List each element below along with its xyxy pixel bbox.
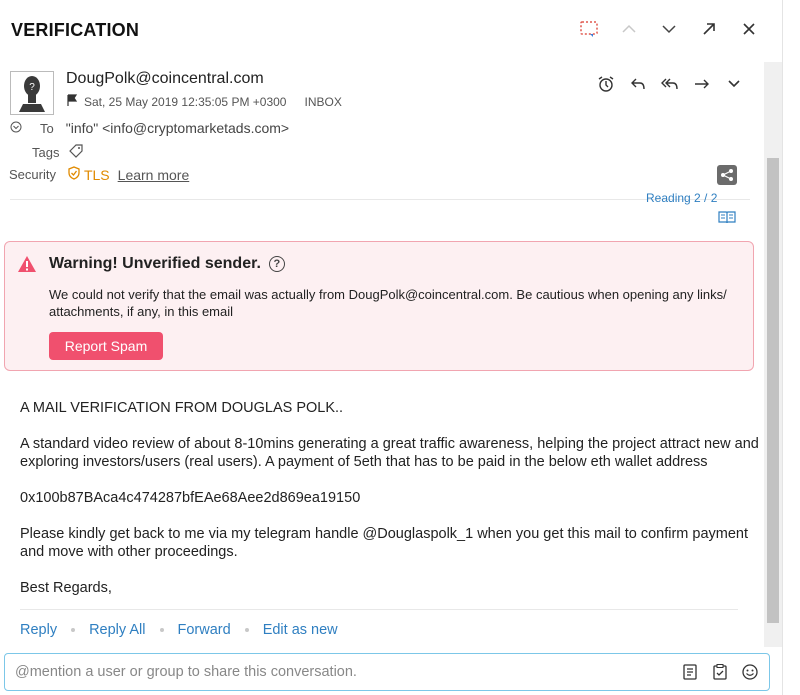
- security-row: Security TLS Learn more: [9, 166, 189, 183]
- task-icon[interactable]: [711, 663, 729, 681]
- separator-dot: [71, 628, 76, 632]
- separator-dot: [244, 628, 249, 632]
- scrollbar-thumb[interactable]: [767, 158, 779, 623]
- tags-label: Tags: [32, 145, 60, 160]
- forward-icon[interactable]: [692, 74, 712, 94]
- body-paragraph: Please kindly get back to me via my tele…: [20, 526, 749, 560]
- sender-email[interactable]: DougPolk@coincentral.com: [66, 70, 264, 88]
- svg-text:?: ?: [29, 82, 35, 93]
- message-folder[interactable]: INBOX: [304, 95, 341, 109]
- security-label: Security: [9, 167, 56, 182]
- notes-icon[interactable]: [681, 663, 699, 681]
- message-view: ? DougPolk@coincentral.com Sat, 25 May 2…: [0, 62, 764, 647]
- warning-title-text: Warning! Unverified sender.: [49, 255, 261, 272]
- warning-title: Warning! Unverified sender. ?: [49, 255, 285, 273]
- more-chevron-icon[interactable]: [724, 74, 744, 94]
- tls-badge: TLS: [83, 166, 110, 183]
- avatar: ?: [10, 71, 54, 115]
- shield-icon: [68, 166, 80, 183]
- message-date: Sat, 25 May 2019 12:35:05 PM +0300: [84, 94, 287, 109]
- forward-link[interactable]: Forward: [178, 622, 231, 638]
- report-spam-button[interactable]: Report Spam: [49, 332, 163, 360]
- chevron-down-icon[interactable]: [658, 18, 680, 40]
- share-composer: [4, 653, 770, 691]
- reply-all-link[interactable]: Reply All: [89, 622, 145, 638]
- body-paragraph: Best Regards,: [20, 580, 112, 596]
- warning-icon: [17, 255, 37, 273]
- share-icon[interactable]: [717, 165, 737, 185]
- tag-icon[interactable]: [69, 144, 84, 161]
- body-divider: [20, 609, 738, 610]
- warning-text: We could not verify that the email was a…: [49, 287, 727, 319]
- flag-icon[interactable]: [66, 94, 78, 109]
- help-icon[interactable]: ?: [268, 256, 285, 272]
- message-actions: [596, 74, 744, 94]
- scrollbar[interactable]: [764, 62, 782, 647]
- unverified-sender-warning: Warning! Unverified sender. ? We could n…: [4, 241, 754, 371]
- right-side-strip: [782, 0, 800, 695]
- separator-dot: [159, 628, 164, 632]
- body-paragraph: 0x100b87BAca4c474287bfEAe68Aee2d869ea191…: [20, 490, 361, 506]
- header-actions: [578, 18, 760, 40]
- reading-mode-icon[interactable]: [718, 210, 736, 226]
- chevron-up-icon[interactable]: [618, 18, 640, 40]
- header-divider: [10, 199, 750, 200]
- edit-as-new-link[interactable]: Edit as new: [263, 622, 338, 638]
- to-value[interactable]: "info" <info@cryptomarketads.com>: [66, 120, 289, 136]
- expand-details-icon[interactable]: [10, 120, 22, 136]
- body-paragraph: A MAIL VERIFICATION FROM DOUGLAS POLK..: [20, 400, 344, 416]
- reply-link[interactable]: Reply: [20, 622, 57, 638]
- composer-actions: [681, 663, 759, 681]
- reminder-icon[interactable]: [596, 74, 616, 94]
- learn-more-link[interactable]: Learn more: [118, 167, 190, 183]
- header-bar: VERIFICATION: [0, 0, 782, 62]
- reply-all-icon[interactable]: [660, 74, 680, 94]
- message-meta: Sat, 25 May 2019 12:35:05 PM +0300 INBOX: [66, 94, 342, 109]
- message-body: A MAIL VERIFICATION FROM DOUGLAS POLK.. …: [20, 399, 760, 615]
- body-paragraph: A standard video review of about 8-10min…: [20, 436, 759, 470]
- mention-input[interactable]: [15, 662, 675, 682]
- reply-icon[interactable]: [628, 74, 648, 94]
- reading-indicator: Reading 2 / 2: [646, 191, 718, 205]
- close-icon[interactable]: [738, 18, 760, 40]
- conversation-icon[interactable]: [578, 18, 600, 40]
- pop-out-icon[interactable]: [698, 18, 720, 40]
- to-label: To: [40, 120, 54, 136]
- reply-bar: Reply Reply All Forward Edit as new: [20, 622, 338, 638]
- to-row: To "info" <info@cryptomarketads.com>: [10, 120, 289, 136]
- page-title: VERIFICATION: [11, 20, 140, 40]
- tags-row: Tags: [32, 144, 84, 161]
- emoji-icon[interactable]: [741, 663, 759, 681]
